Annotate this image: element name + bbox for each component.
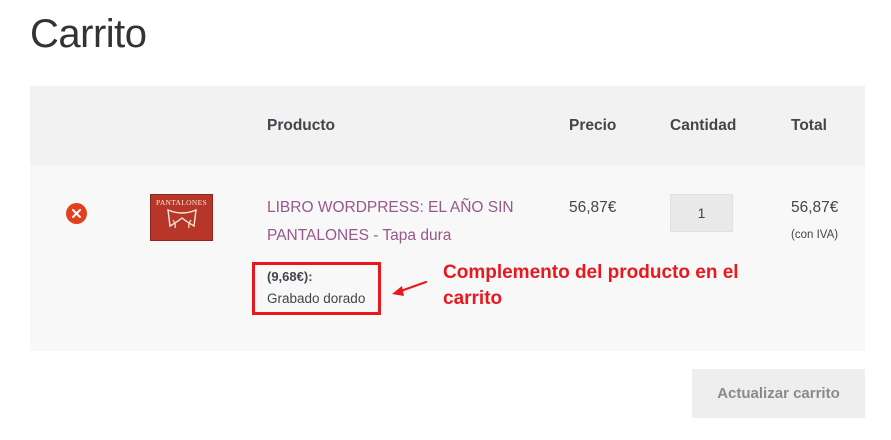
header-total: Total xyxy=(791,117,827,134)
header-price: Precio xyxy=(569,117,617,134)
thumbnail-label: PANTALONES xyxy=(156,198,207,207)
addon-price: (9,68€): xyxy=(267,269,313,284)
cart-item-row: PANTALONES LIBRO WORDPRESS: EL AÑO SIN P… xyxy=(30,166,865,351)
item-price: 56,87€ xyxy=(569,199,617,216)
remove-item-button[interactable] xyxy=(66,203,87,224)
item-total: 56,87€ xyxy=(791,199,839,216)
addon-name: Grabado dorado xyxy=(267,291,366,306)
update-cart-button[interactable]: Actualizar carrito xyxy=(692,369,865,418)
header-product: Producto xyxy=(267,117,336,134)
product-thumbnail[interactable]: PANTALONES xyxy=(150,194,213,241)
close-icon xyxy=(72,209,81,218)
cart-table-header: Producto Precio Cantidad Total xyxy=(30,86,865,166)
pants-icon xyxy=(166,208,197,229)
tax-note: (con IVA) xyxy=(791,229,839,241)
product-addon-highlight: (9,68€): Grabado dorado xyxy=(252,262,381,315)
header-quantity: Cantidad xyxy=(670,117,737,134)
quantity-input[interactable] xyxy=(670,194,733,232)
page-title: Carrito xyxy=(30,12,147,56)
product-name-link[interactable]: LIBRO WORDPRESS: EL AÑO SIN PANTALONES -… xyxy=(267,194,547,250)
annotation-label: Complemento del producto en el carrito xyxy=(443,262,739,309)
arrow-left-icon xyxy=(392,280,428,296)
